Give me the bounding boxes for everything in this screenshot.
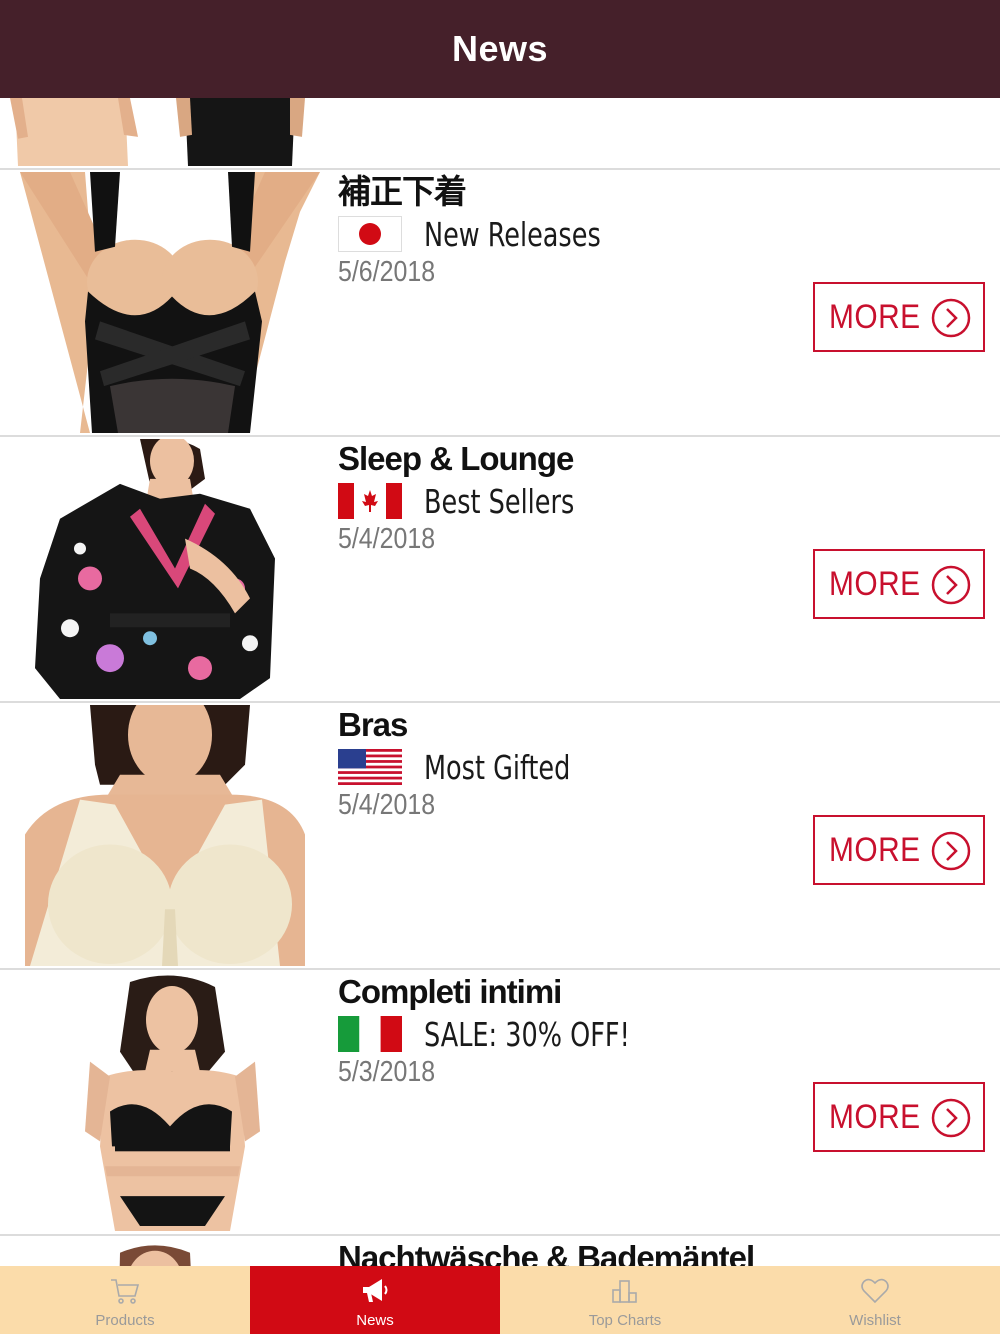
news-item[interactable]: [0, 98, 1000, 170]
category-title: Nachtwäsche & Bademäntel: [338, 1239, 755, 1267]
product-type-label: New Releases: [424, 214, 601, 254]
navbar: News: [0, 0, 1000, 98]
chevron-right-circle-icon: [931, 298, 971, 338]
tab-news[interactable]: News: [250, 1266, 500, 1334]
date-label: 5/3/2018: [338, 1056, 436, 1088]
product-image: [0, 972, 330, 1232]
news-item[interactable]: Sleep & Lounge Best Sellers 5/4/2018 MOR…: [0, 437, 1000, 703]
more-button[interactable]: MORE: [813, 282, 985, 352]
chevron-right-circle-icon: [931, 1098, 971, 1138]
canada-flag-icon: [338, 483, 402, 519]
more-button[interactable]: MORE: [813, 549, 985, 619]
category-title: Sleep & Lounge: [338, 440, 574, 477]
usa-flag-icon: [338, 749, 402, 785]
megaphone-icon: [363, 1279, 388, 1302]
news-item[interactable]: Bras Most Gifted 5/4/2018 MORE: [0, 703, 1000, 970]
date-label: 5/4/2018: [338, 523, 436, 555]
date-label: 5/6/2018: [338, 256, 436, 288]
product-image: [0, 98, 330, 166]
tab-top-charts[interactable]: Top Charts: [500, 1266, 750, 1334]
tab-bar: Products News Top Charts Wishlist: [0, 1266, 1000, 1334]
chevron-right-circle-icon: [931, 831, 971, 871]
product-type-label: Best Sellers: [424, 481, 575, 521]
date-label: 5/4/2018: [338, 789, 436, 821]
italy-flag-icon: [338, 1016, 402, 1052]
news-item[interactable]: Nachtwäsche & Bademäntel: [0, 1236, 1000, 1266]
news-item[interactable]: Completi intimi SALE: 30% OFF! 5/3/2018 …: [0, 970, 1000, 1236]
product-type-label: Most Gifted: [424, 747, 571, 787]
tab-products[interactable]: Products: [0, 1266, 250, 1334]
product-image: [0, 1238, 330, 1266]
news-item[interactable]: 補正下着 New Releases 5/6/2018 MORE: [0, 170, 1000, 437]
more-button[interactable]: MORE: [813, 815, 985, 885]
tab-wishlist[interactable]: Wishlist: [750, 1266, 1000, 1334]
chevron-right-circle-icon: [931, 565, 971, 605]
category-title: 補正下着: [338, 173, 467, 210]
product-image: [0, 439, 330, 699]
product-image: [0, 705, 330, 966]
news-list[interactable]: 補正下着 New Releases 5/6/2018 MORE Sleep & …: [0, 98, 1000, 1266]
bar-chart-icon: [612, 1280, 637, 1303]
page-title: News: [451, 28, 549, 69]
product-type-label: SALE: 30% OFF!: [424, 1014, 630, 1054]
product-image: [0, 172, 330, 433]
category-title: Completi intimi: [338, 973, 562, 1010]
japan-flag-icon: [338, 216, 402, 252]
heart-icon: [861, 1278, 889, 1304]
more-button[interactable]: MORE: [813, 1082, 985, 1152]
cart-icon: [111, 1279, 140, 1304]
category-title: Bras: [338, 706, 408, 743]
